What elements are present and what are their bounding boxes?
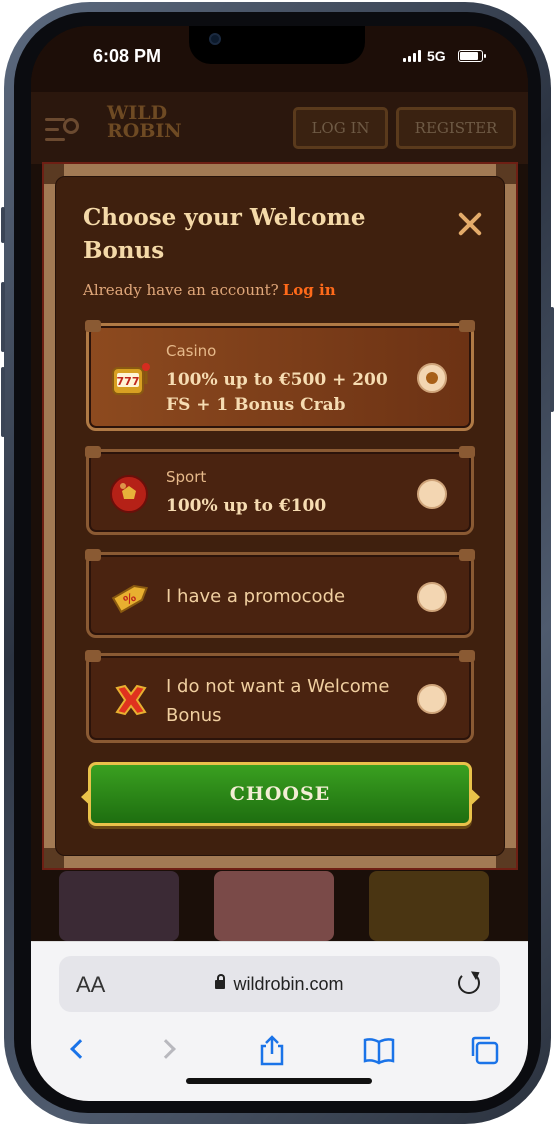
slot-machine-icon: 777 (112, 363, 150, 395)
welcome-bonus-modal: Choose your Welcome Bonus Already have a… (55, 176, 505, 856)
option-label: Sport (166, 468, 207, 486)
option-no-bonus[interactable]: I do not want a Welcome Bonus (85, 650, 475, 743)
site-header: WILD ROBIN LOG IN REGISTER (31, 92, 528, 164)
status-time: 6:08 PM (93, 46, 162, 66)
power-button (550, 307, 554, 412)
camera-icon (209, 33, 221, 45)
back-button[interactable] (63, 1034, 95, 1066)
option-sport[interactable]: Sport 100% up to €100 (85, 446, 475, 535)
phone-screen: 6:08 PM 5G WILD ROBIN LOG IN REGISTER Ch… (31, 26, 528, 1101)
login-button[interactable]: LOG IN (293, 107, 388, 149)
option-text: 100% up to €500 + 200 FS + 1 Bonus Crab (166, 370, 388, 415)
option-text: I have a promocode (166, 586, 346, 607)
game-thumb[interactable] (369, 871, 489, 941)
battery-icon (457, 50, 486, 62)
notch (189, 26, 365, 64)
close-icon[interactable] (455, 209, 485, 239)
signal-icon (403, 50, 421, 62)
login-link[interactable]: Log in (283, 281, 336, 299)
browser-toolbar: AA wildrobin.com (31, 941, 528, 1101)
volume-up-button (1, 282, 5, 352)
svg-text:777: 777 (117, 375, 140, 388)
bookmarks-icon[interactable] (363, 1034, 395, 1066)
tag-icon: % (111, 585, 148, 614)
chevron-right-icon (156, 1039, 176, 1059)
ball-icon (110, 475, 148, 513)
game-thumb[interactable] (59, 871, 179, 941)
chevron-left-icon (70, 1039, 90, 1059)
tabs-icon[interactable] (468, 1034, 500, 1066)
choose-button[interactable]: CHOOSE (88, 762, 472, 826)
status-bar: 6:08 PM 5G (31, 26, 528, 92)
option-text: 100% up to €100 (166, 496, 327, 516)
radio-unselected[interactable] (417, 479, 447, 509)
login-prompt: Already have an account? Log in (83, 281, 336, 299)
radio-selected[interactable] (417, 363, 447, 393)
network-type: 5G (427, 48, 446, 64)
forward-button[interactable] (155, 1034, 187, 1066)
site-logo[interactable]: WILD ROBIN (107, 104, 207, 141)
share-icon[interactable] (256, 1034, 288, 1066)
game-thumb[interactable] (214, 871, 334, 941)
cross-icon (115, 684, 147, 716)
mute-switch (1, 207, 5, 243)
address-bar[interactable]: AA wildrobin.com (59, 956, 500, 1012)
register-button[interactable]: REGISTER (396, 107, 516, 149)
login-prompt-text: Already have an account? (83, 281, 279, 299)
lock-icon (215, 974, 226, 989)
menu-search-icon[interactable] (45, 116, 81, 144)
modal-title: Choose your Welcome Bonus (83, 204, 366, 264)
status-indicators: 5G (403, 48, 486, 64)
option-casino[interactable]: 777 Casino 100% up to €500 + 200 FS + 1 … (85, 320, 475, 431)
option-label: Casino (166, 342, 217, 360)
reload-icon[interactable] (458, 972, 480, 994)
option-promocode[interactable]: % I have a promocode (85, 549, 475, 638)
option-text: I do not want a Welcome Bonus (166, 676, 390, 726)
volume-down-button (1, 367, 5, 437)
home-indicator (186, 1078, 372, 1084)
url-display[interactable]: wildrobin.com (59, 974, 500, 995)
radio-unselected[interactable] (417, 582, 447, 612)
url-text: wildrobin.com (233, 974, 344, 994)
radio-unselected[interactable] (417, 684, 447, 714)
